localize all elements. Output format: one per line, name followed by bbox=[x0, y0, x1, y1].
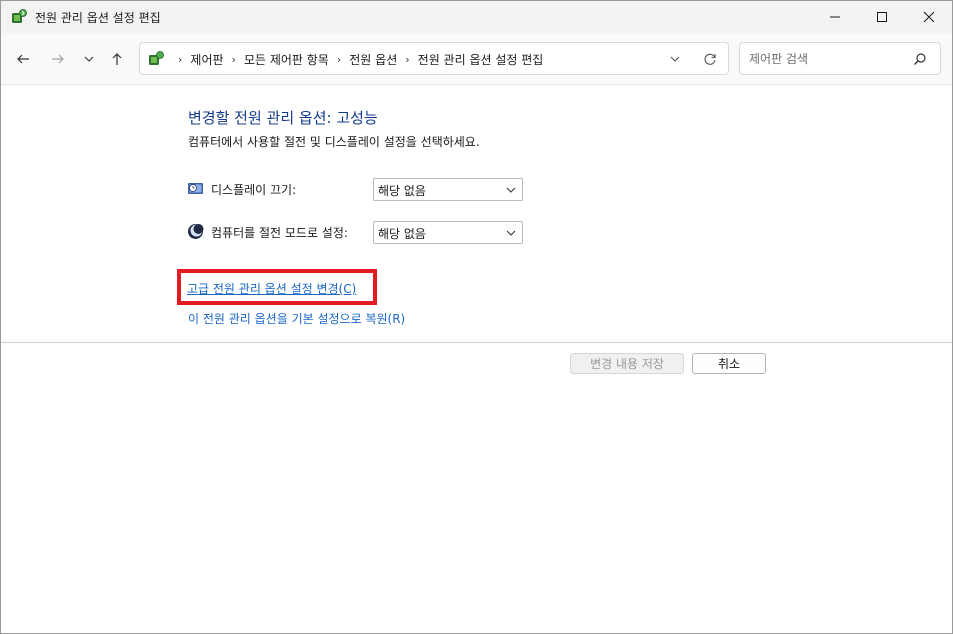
breadcrumb-item-all-items[interactable]: 모든 제어판 항목 bbox=[244, 51, 329, 68]
address-history-button[interactable] bbox=[666, 51, 684, 67]
recent-locations-button[interactable] bbox=[76, 46, 102, 72]
chevron-down-icon bbox=[506, 230, 516, 236]
cancel-button[interactable]: 취소 bbox=[692, 353, 766, 374]
breadcrumb-item-control-panel[interactable]: 제어판 bbox=[190, 51, 223, 68]
refresh-icon bbox=[704, 53, 716, 65]
up-button[interactable] bbox=[104, 46, 130, 72]
sleep-label: 컴퓨터를 절전 모드로 설정: bbox=[211, 226, 348, 240]
breadcrumb: › 제어판 › 모든 제어판 항목 › 전원 옵션 › 전원 관리 옵션 설정 … bbox=[170, 51, 543, 68]
back-button[interactable] bbox=[10, 46, 36, 72]
restore-defaults-link[interactable]: 이 전원 관리 옵션을 기본 설정으로 복원(R) bbox=[188, 310, 405, 327]
display-off-value: 해당 없음 bbox=[378, 184, 426, 198]
moon-icon bbox=[187, 223, 204, 240]
address-bar[interactable]: › 제어판 › 모든 제어판 항목 › 전원 옵션 › 전원 관리 옵션 설정 … bbox=[139, 42, 729, 75]
save-changes-button[interactable]: 변경 내용 저장 bbox=[570, 353, 684, 374]
breadcrumb-separator-icon[interactable]: › bbox=[405, 53, 409, 66]
close-icon bbox=[923, 11, 935, 23]
chevron-down-icon bbox=[506, 187, 516, 193]
divider bbox=[1, 342, 952, 343]
breadcrumb-separator-icon[interactable]: › bbox=[232, 53, 236, 66]
window-title: 전원 관리 옵션 설정 편집 bbox=[35, 11, 161, 25]
breadcrumb-separator-icon[interactable]: › bbox=[337, 53, 341, 66]
close-button[interactable] bbox=[906, 1, 952, 33]
monitor-clock-icon bbox=[187, 180, 204, 197]
arrow-right-icon bbox=[52, 54, 64, 64]
arrow-up-icon bbox=[112, 53, 122, 65]
forward-button[interactable] bbox=[45, 46, 71, 72]
sleep-value: 해당 없음 bbox=[378, 227, 426, 241]
breadcrumb-separator-icon[interactable]: › bbox=[178, 53, 182, 66]
breadcrumb-item-power-options[interactable]: 전원 옵션 bbox=[349, 51, 397, 68]
page-description: 컴퓨터에서 사용할 절전 및 디스플레이 설정을 선택하세요. bbox=[188, 135, 480, 149]
maximize-icon bbox=[877, 12, 887, 22]
navigation-bar: › 제어판 › 모든 제어판 항목 › 전원 옵션 › 전원 관리 옵션 설정 … bbox=[1, 33, 952, 85]
search-input[interactable] bbox=[749, 49, 909, 69]
control-panel-window: 전원 관리 옵션 설정 편집 › 제어판 › 모든 제어판 항목 › 전원 옵션… bbox=[0, 0, 953, 634]
refresh-button[interactable] bbox=[700, 50, 720, 68]
breadcrumb-item-edit-plan[interactable]: 전원 관리 옵션 설정 편집 bbox=[418, 51, 544, 68]
minimize-icon bbox=[830, 16, 840, 18]
power-options-icon bbox=[10, 8, 28, 26]
sleep-select[interactable]: 해당 없음 bbox=[373, 221, 523, 244]
page-title: 변경할 전원 관리 옵션: 고성능 bbox=[188, 109, 378, 127]
search-icon[interactable] bbox=[913, 52, 927, 66]
search-box[interactable] bbox=[739, 42, 941, 75]
display-off-label: 디스플레이 끄기: bbox=[211, 183, 297, 197]
maximize-button[interactable] bbox=[859, 1, 905, 33]
minimize-button[interactable] bbox=[812, 1, 858, 33]
display-off-select[interactable]: 해당 없음 bbox=[373, 178, 523, 201]
control-panel-icon bbox=[147, 50, 165, 68]
chevron-down-icon bbox=[670, 56, 680, 62]
title-bar: 전원 관리 옵션 설정 편집 bbox=[1, 1, 952, 33]
advanced-settings-link[interactable]: 고급 전원 관리 옵션 설정 변경(C) bbox=[187, 280, 356, 297]
arrow-left-icon bbox=[17, 54, 29, 64]
chevron-down-icon bbox=[84, 56, 94, 62]
